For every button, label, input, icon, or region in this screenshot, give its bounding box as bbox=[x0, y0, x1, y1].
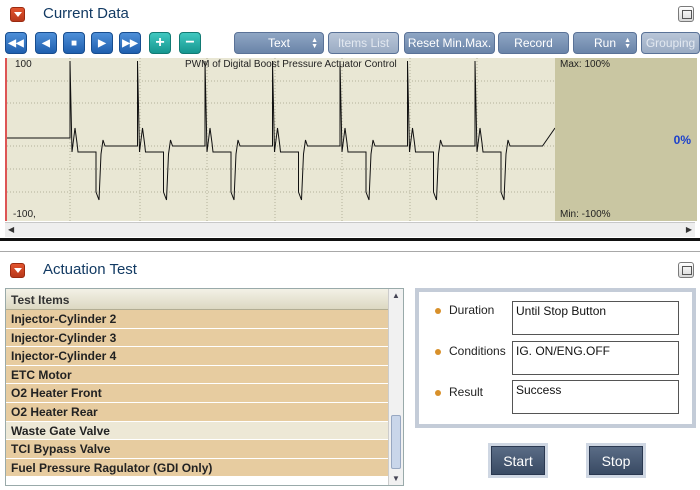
current-data-toolbar: ◀◀ ◀ ■ ▶ ▶▶ + − Text ▲ ▼ Items List Reset… bbox=[0, 28, 700, 58]
zoom-in-button[interactable]: + bbox=[149, 32, 171, 54]
panel-divider bbox=[0, 238, 700, 241]
graph-value-pane: Max: 100% 0% Min: -100% bbox=[555, 58, 697, 221]
text-mode-select[interactable]: Text ▲ ▼ bbox=[234, 32, 324, 54]
current-value: 0% bbox=[673, 133, 691, 147]
duration-field: Until Stop Button bbox=[512, 301, 679, 335]
spinner-icon: ▲ ▼ bbox=[311, 37, 318, 50]
bullet-icon bbox=[435, 349, 441, 355]
grouping-button[interactable]: Grouping bbox=[641, 32, 700, 54]
conditions-label: Conditions bbox=[449, 344, 506, 358]
fast-forward-icon[interactable]: ▶▶ bbox=[119, 32, 141, 54]
bullet-icon bbox=[435, 308, 441, 314]
run-label: Run bbox=[593, 36, 616, 50]
current-data-header: Current Data bbox=[0, 0, 700, 28]
scroll-up-icon[interactable]: ▲ bbox=[392, 291, 400, 300]
graph-horizontal-scrollbar[interactable]: ◀ ▶ bbox=[5, 222, 695, 237]
list-item[interactable]: Injector-Cylinder 3 bbox=[6, 328, 389, 348]
bullet-icon bbox=[435, 390, 441, 396]
grouping-label: Grouping bbox=[645, 36, 696, 50]
waveform-line bbox=[7, 60, 555, 201]
test-items-list: Test Items Injector-Cylinder 2 Injector-C… bbox=[5, 288, 404, 486]
test-details-box: Duration Until Stop Button Conditions IG… bbox=[415, 288, 696, 428]
waveform-plot bbox=[7, 58, 555, 221]
play-icon[interactable]: ▶ bbox=[91, 32, 113, 54]
duration-label: Duration bbox=[449, 303, 495, 317]
list-item[interactable]: TCI Bypass Valve bbox=[6, 440, 389, 459]
zoom-out-button[interactable]: − bbox=[179, 32, 201, 54]
step-back-icon[interactable]: ◀ bbox=[35, 32, 57, 54]
actuation-test-title: Actuation Test bbox=[43, 261, 137, 278]
text-mode-label: Text bbox=[267, 36, 290, 50]
test-items-header: Test Items bbox=[6, 289, 389, 310]
collapse-actuation-test-button[interactable] bbox=[10, 263, 25, 278]
record-button[interactable]: Record bbox=[498, 32, 569, 54]
reset-min-max-label: Reset Min.Max. bbox=[407, 36, 492, 50]
list-item[interactable]: Injector-Cylinder 2 bbox=[6, 310, 389, 329]
maximize-actuation-test-button[interactable] bbox=[678, 262, 694, 278]
run-select[interactable]: Run ▲ ▼ bbox=[573, 32, 637, 54]
list-item[interactable]: O2 Heater Rear bbox=[6, 402, 389, 422]
scroll-down-icon[interactable]: ▼ bbox=[392, 474, 400, 483]
actuation-test-header: Actuation Test bbox=[0, 256, 700, 284]
collapse-current-data-button[interactable] bbox=[10, 7, 25, 22]
list-item[interactable]: Fuel Pressure Ragulator (GDI Only) bbox=[6, 458, 389, 478]
stop-button[interactable]: Stop bbox=[589, 446, 643, 475]
start-button[interactable]: Start bbox=[491, 446, 545, 475]
spinner-icon: ▲ ▼ bbox=[624, 37, 631, 50]
conditions-field: IG. ON/ENG.OFF bbox=[512, 341, 679, 375]
maximize-current-data-button[interactable] bbox=[678, 6, 694, 22]
signal-graph: 100 -100, PWM of Digital Boost Pressure … bbox=[5, 58, 697, 221]
y-max-tick: 100 bbox=[15, 59, 32, 70]
y-min-tick: -100, bbox=[13, 209, 36, 220]
list-item[interactable]: ETC Motor bbox=[6, 365, 389, 385]
scroll-right-icon[interactable]: ▶ bbox=[686, 225, 692, 234]
items-list-select[interactable]: Items List bbox=[328, 32, 399, 54]
result-field: Success bbox=[512, 380, 679, 414]
stop-icon[interactable]: ■ bbox=[63, 32, 85, 54]
list-item[interactable]: Injector-Cylinder 4 bbox=[6, 347, 389, 366]
min-label: Min: -100% bbox=[560, 209, 611, 220]
panel-separator bbox=[0, 251, 700, 252]
scrollbar-thumb[interactable] bbox=[391, 415, 401, 469]
rewind-icon[interactable]: ◀◀ bbox=[5, 32, 27, 54]
result-label: Result bbox=[449, 385, 484, 399]
scroll-left-icon[interactable]: ◀ bbox=[8, 225, 14, 234]
items-list-label: Items List bbox=[337, 36, 390, 50]
record-label: Record bbox=[514, 36, 553, 50]
test-items-rows: Injector-Cylinder 2 Injector-Cylinder 3 In… bbox=[6, 310, 389, 478]
list-item[interactable]: O2 Heater Front bbox=[6, 384, 389, 403]
max-label: Max: 100% bbox=[560, 59, 611, 70]
reset-min-max-button[interactable]: Reset Min.Max. bbox=[404, 32, 495, 54]
graph-title: PWM of Digital Boost Pressure Actuator C… bbox=[185, 59, 397, 70]
list-vertical-scrollbar[interactable]: ▲ ▼ bbox=[388, 289, 403, 485]
list-item[interactable]: Waste Gate Valve bbox=[6, 421, 389, 441]
current-data-title: Current Data bbox=[43, 5, 129, 22]
